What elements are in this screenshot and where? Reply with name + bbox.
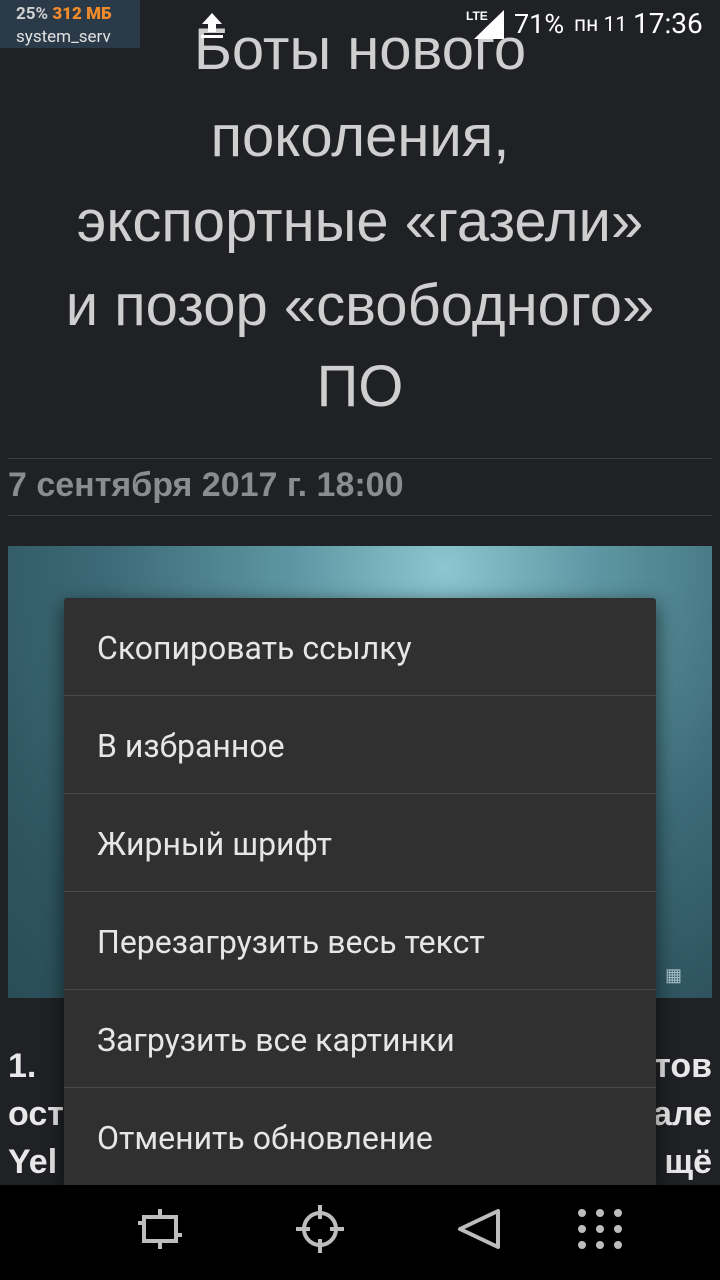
body-fragment: щё <box>664 1143 712 1181</box>
memory-usage: 312 МБ <box>52 4 112 24</box>
status-bar: 25% 312 МБ system_serv LTE 71% пн 11 17:… <box>0 0 720 48</box>
body-fragment: 1. <box>8 1047 37 1085</box>
network-type: LTE <box>466 9 488 23</box>
battery-level: 71% <box>514 8 565 40</box>
title-line: и позор «свободного» <box>65 273 655 338</box>
upload-icon <box>201 13 223 38</box>
menu-item-reload-text[interactable]: Перезагрузить весь текст <box>64 892 656 990</box>
image-watermark: ▦ <box>664 965 682 986</box>
signal-icon: LTE <box>466 9 504 39</box>
menu-item-label: В избранное <box>97 727 285 765</box>
process-name: system_serv <box>16 27 111 47</box>
menu-item-label: Загрузить все картинки <box>97 1021 455 1059</box>
menu-dots-icon[interactable] <box>570 1199 630 1259</box>
body-fragment: ост <box>8 1095 64 1133</box>
crop-icon[interactable] <box>130 1199 190 1259</box>
memory-widget: 25% 312 МБ system_serv <box>0 0 140 48</box>
status-day: пн 11 <box>574 13 628 37</box>
status-time: 17:36 <box>633 7 703 40</box>
menu-item-cancel-update[interactable]: Отменить обновление <box>64 1088 656 1185</box>
title-line: поколения, <box>210 104 510 169</box>
menu-item-label: Отменить обновление <box>97 1119 433 1157</box>
body-fragment: тов <box>654 1047 712 1085</box>
title-line: ПО <box>316 354 404 419</box>
target-icon[interactable] <box>290 1199 350 1259</box>
divider <box>8 458 712 459</box>
menu-item-label: Перезагрузить весь текст <box>97 923 485 961</box>
context-menu: Скопировать ссылку В избранное Жирный шр… <box>64 598 656 1188</box>
divider <box>8 515 712 516</box>
title-line: экспортные «газели» <box>76 189 644 254</box>
body-fragment: Yel <box>8 1143 58 1181</box>
article-date: 7 сентября 2017 г. 18:00 <box>8 466 404 504</box>
menu-item-label: Скопировать ссылку <box>97 629 412 667</box>
navigation-bar <box>0 1185 720 1280</box>
menu-item-label: Жирный шрифт <box>97 825 332 863</box>
menu-item-favorites[interactable]: В избранное <box>64 696 656 794</box>
menu-item-load-images[interactable]: Загрузить все картинки <box>64 990 656 1088</box>
body-fragment: але <box>653 1095 712 1133</box>
menu-item-copy-link[interactable]: Скопировать ссылку <box>64 598 656 696</box>
menu-item-bold-font[interactable]: Жирный шрифт <box>64 794 656 892</box>
cpu-usage: 25% <box>16 4 49 24</box>
back-icon[interactable] <box>450 1199 510 1259</box>
